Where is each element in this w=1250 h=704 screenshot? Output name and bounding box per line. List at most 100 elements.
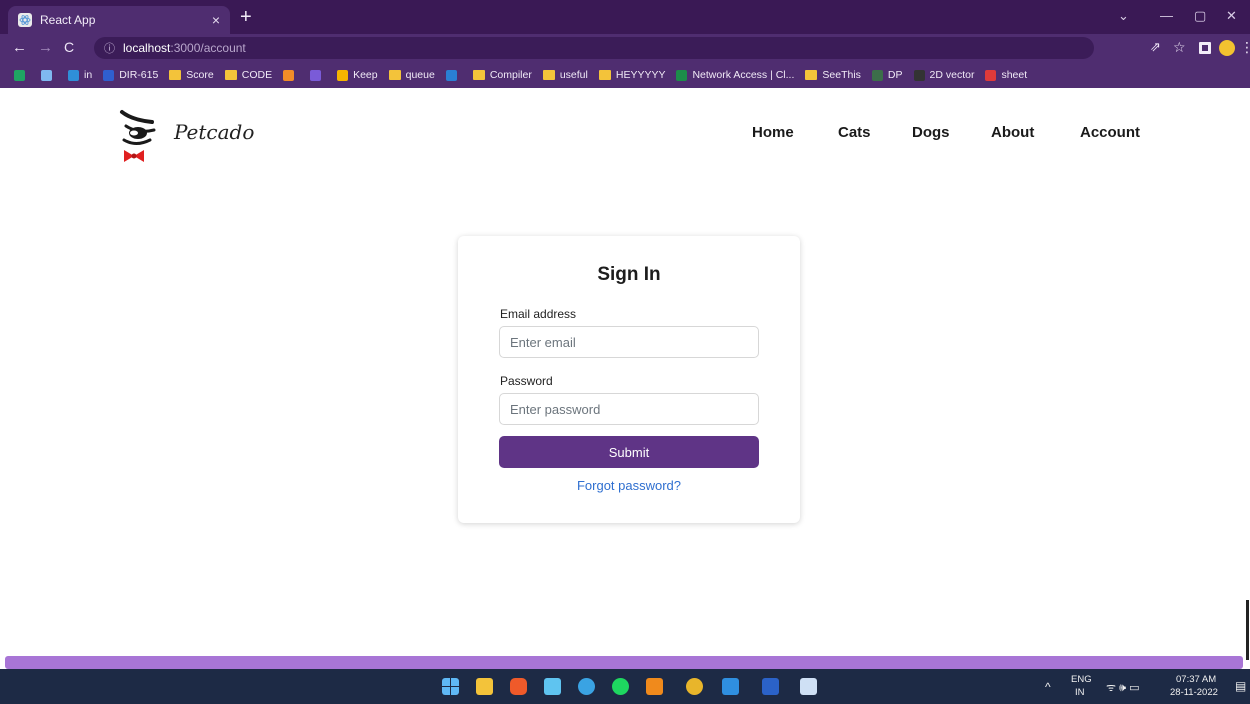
telegram-icon[interactable] (578, 678, 595, 695)
folder-icon (224, 70, 237, 80)
share-icon[interactable]: ⇗ (1150, 39, 1161, 55)
bookmark-item[interactable]: CODE (224, 69, 272, 81)
sidepanel-icon[interactable] (1199, 42, 1211, 54)
forward-icon[interactable]: → (38, 39, 53, 56)
d-icon (103, 69, 115, 81)
bookmark-item[interactable]: 2D vector (913, 69, 975, 81)
bookmark-item[interactable]: HEYYYYY (598, 69, 666, 81)
drive-icon (14, 69, 25, 81)
back-icon[interactable]: ← (12, 39, 27, 56)
bookmark-label: 2D vector (929, 69, 975, 81)
react-icon (18, 13, 32, 27)
word-icon[interactable] (762, 678, 779, 695)
phone-icon (445, 69, 457, 81)
bookmark-item[interactable]: DP (871, 69, 903, 81)
reload-icon[interactable]: C (64, 39, 74, 55)
bookmark-item[interactable]: Keep (337, 69, 378, 81)
windows-start-icon[interactable] (442, 678, 459, 695)
password-field[interactable] (499, 393, 759, 425)
language-code[interactable]: ENG (1071, 674, 1092, 685)
folder-icon (805, 70, 818, 80)
signin-card: Sign In Email address Password Submit Fo… (458, 236, 800, 523)
address-bar[interactable]: ⓘ localhost:3000/account (94, 37, 1094, 59)
password-label: Password (500, 374, 553, 388)
vscode-icon[interactable] (722, 678, 739, 695)
clock-time[interactable]: 07:37 AM (1176, 674, 1216, 685)
notifications-icon[interactable]: ▤ (1235, 679, 1246, 693)
menu-icon[interactable]: ⋮ (1240, 39, 1250, 56)
taskbar: ^ ENG IN ᯤ 🕪 ▭ 07:37 AM 28-11-2022 ▤ (0, 669, 1250, 704)
spotify-icon[interactable] (612, 678, 629, 695)
bookmark-item[interactable] (14, 69, 30, 81)
bookmark-label: queue (405, 69, 435, 81)
bookmark-item[interactable]: Network Access | Cl... (676, 69, 794, 81)
nav-home[interactable]: Home (752, 124, 794, 141)
nav-account[interactable]: Account (1080, 124, 1140, 141)
submit-button[interactable]: Submit (499, 436, 759, 468)
keep-icon (337, 69, 349, 81)
bookmark-item[interactable]: DIR-615 (103, 69, 158, 81)
bookmark-label: SeeThis (822, 69, 861, 81)
bookmark-label: Network Access | Cl... (692, 69, 795, 81)
vlc-icon[interactable] (646, 678, 663, 695)
bookmark-label: DP (887, 69, 903, 81)
new-tab-button[interactable]: + (240, 6, 252, 28)
bookmark-item[interactable] (283, 69, 299, 81)
bookmark-label: HEYYYYY (615, 69, 666, 81)
file-explorer-icon[interactable] (476, 678, 493, 695)
close-window-button[interactable]: ✕ (1226, 8, 1237, 24)
restore-button[interactable]: ▢ (1194, 8, 1206, 24)
forgot-password-link[interactable]: Forgot password? (458, 478, 800, 493)
bookmark-item[interactable]: SeeThis (805, 69, 861, 81)
bookmark-item[interactable]: Score (169, 69, 214, 81)
tab-title: React App (40, 13, 96, 27)
dp-icon (871, 69, 883, 81)
show-hidden-icons[interactable]: ^ (1045, 680, 1051, 694)
u-icon (310, 69, 322, 81)
notepad-icon[interactable] (544, 678, 561, 695)
snipping-tool-icon[interactable] (800, 678, 817, 695)
bookmark-item[interactable]: in (68, 69, 92, 81)
browser-toolbar: ← → C ⓘ localhost:3000/account ⇗ ☆ ⋮ (0, 34, 1250, 62)
network-volume-battery-icon[interactable]: ᯤ 🕪 ▭ (1106, 680, 1139, 695)
chrome-icon[interactable] (686, 678, 703, 695)
bookmark-label: useful (559, 69, 588, 81)
bookmark-item[interactable]: queue (388, 69, 435, 81)
minimize-button[interactable]: — (1160, 8, 1173, 23)
bookmark-item[interactable] (310, 69, 326, 81)
network-icon (676, 69, 688, 81)
clock-date[interactable]: 28-11-2022 (1170, 687, 1218, 698)
signin-title: Sign In (597, 264, 661, 285)
email-field[interactable] (499, 326, 759, 358)
bookmark-item[interactable]: sheet (985, 69, 1027, 81)
folder-icon (169, 70, 182, 80)
bookmark-item[interactable] (41, 69, 57, 81)
site-info-icon[interactable]: ⓘ (104, 40, 115, 56)
folder-icon (542, 70, 555, 80)
brave-icon[interactable] (510, 678, 527, 695)
sheet-icon (985, 69, 997, 81)
profile-avatar[interactable] (1219, 40, 1235, 56)
bookmark-label: sheet (1001, 69, 1028, 81)
browser-tabstrip: React App × + ⌄ — ▢ ✕ (0, 0, 1250, 34)
page-footer-bar (5, 656, 1243, 669)
folder-icon (472, 70, 485, 80)
bookmark-item[interactable] (445, 69, 462, 81)
close-tab-icon[interactable]: × (212, 12, 220, 28)
tab-search-icon[interactable]: ⌄ (1118, 8, 1129, 24)
nav-cats[interactable]: Cats (838, 124, 871, 141)
nav-about[interactable]: About (991, 124, 1034, 141)
language-region[interactable]: IN (1075, 687, 1085, 698)
bookmark-item[interactable]: Compiler (472, 69, 532, 81)
app-page: Petcado Home Cats Dogs About Account Sig… (0, 88, 1250, 656)
bookmark-item[interactable]: useful (542, 69, 588, 81)
bookmark-label: in (84, 69, 93, 81)
scrollbar[interactable] (1246, 600, 1249, 660)
bookmark-label: Compiler (489, 69, 532, 81)
browser-tab[interactable]: React App × (8, 6, 230, 34)
bookmark-star-icon[interactable]: ☆ (1173, 39, 1186, 56)
nav-dogs[interactable]: Dogs (912, 124, 950, 141)
url-host: localhost (123, 41, 171, 55)
bookmarks-bar: in DIR-615 Score CODE Keep queue Compiler usefu… (0, 62, 1250, 88)
folder-icon (598, 70, 611, 80)
